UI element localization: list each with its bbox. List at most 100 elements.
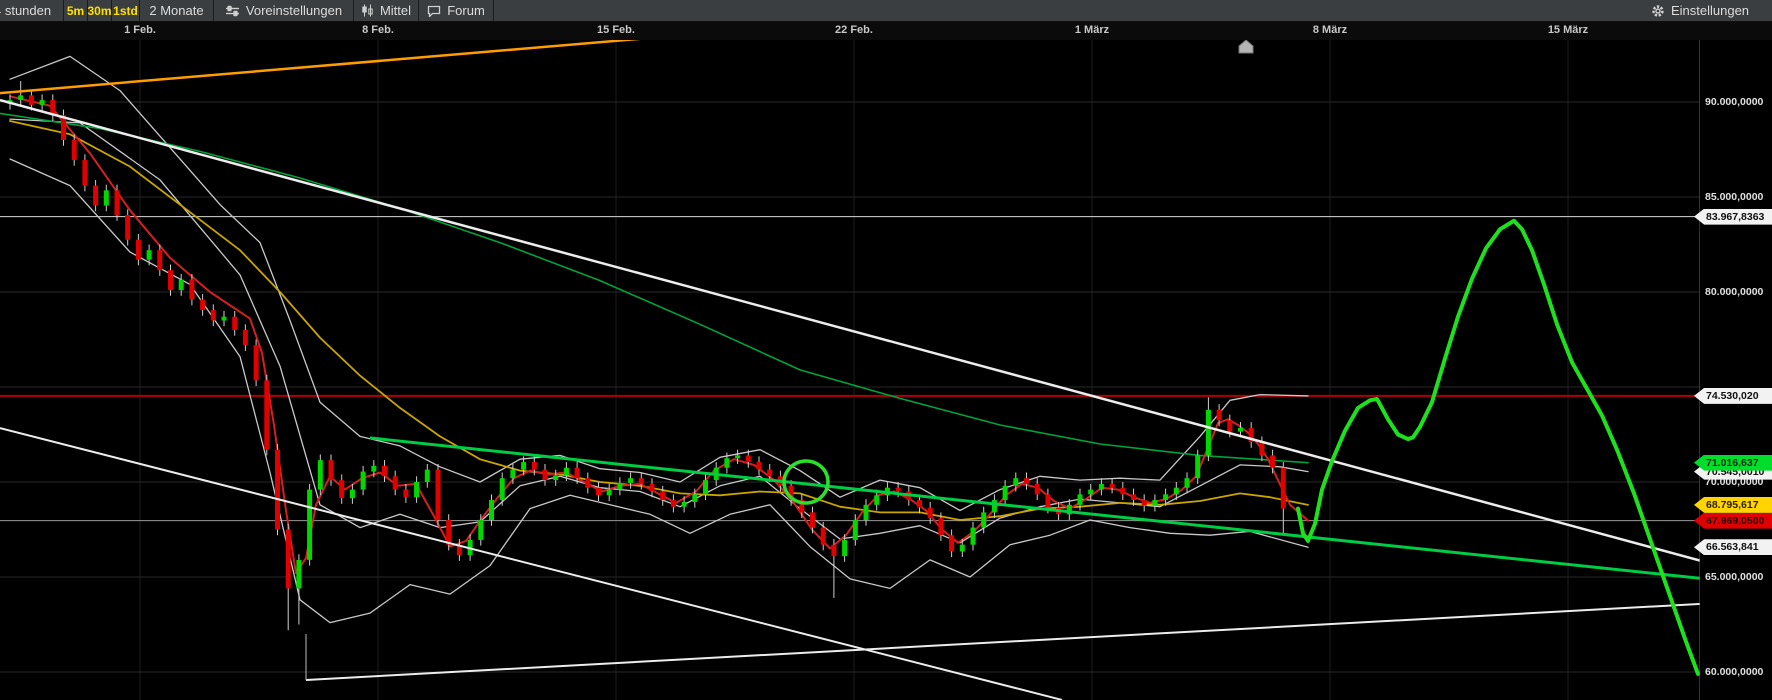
candle-body bbox=[1174, 488, 1179, 495]
candle-body bbox=[1120, 488, 1125, 495]
speech-bubble-icon bbox=[427, 5, 441, 17]
white-trendline-mid bbox=[0, 428, 1062, 700]
candle-body bbox=[254, 345, 259, 380]
candle-body bbox=[724, 458, 729, 468]
candle-body bbox=[1013, 478, 1018, 486]
drawn-projection bbox=[1298, 221, 1698, 674]
sliders-icon bbox=[225, 5, 240, 17]
candle-body bbox=[1003, 486, 1008, 500]
candle-body bbox=[938, 518, 943, 535]
candle-body bbox=[286, 530, 291, 589]
candle-body bbox=[532, 462, 537, 470]
candle-body bbox=[1217, 410, 1222, 420]
candle-body bbox=[29, 95, 34, 105]
candle-body bbox=[222, 317, 227, 321]
candle-body bbox=[703, 480, 708, 494]
settings-button[interactable]: Einstellungen bbox=[1628, 0, 1772, 21]
candle-body bbox=[981, 512, 986, 527]
candle-body bbox=[361, 472, 366, 490]
candle-body bbox=[478, 520, 483, 540]
candle-body bbox=[821, 528, 826, 545]
price-tag: 66.563,841 bbox=[1694, 539, 1772, 555]
range-label: 2 Monate bbox=[149, 3, 203, 18]
candle-body bbox=[500, 478, 505, 500]
candle-body bbox=[307, 490, 312, 560]
candle-body bbox=[1088, 490, 1093, 495]
candle-body bbox=[1045, 494, 1050, 507]
candle-body bbox=[1238, 428, 1243, 432]
chart-toolbar: 4 stunden 5m 30m 1std 2 Monate Voreinste… bbox=[0, 0, 1772, 22]
candle-body bbox=[831, 545, 836, 556]
candle-body bbox=[1099, 484, 1104, 490]
price-axis-tick: 65.000,0000 bbox=[1700, 571, 1772, 583]
timeframe-1std-button[interactable]: 1std bbox=[112, 0, 140, 21]
candle-body bbox=[179, 280, 184, 290]
date-axis-label: 15 Feb. bbox=[581, 24, 651, 36]
price-axis-tick: 80.000,0000 bbox=[1700, 286, 1772, 298]
candle-body bbox=[917, 500, 922, 508]
candle-body bbox=[575, 468, 580, 478]
chart-canvas[interactable] bbox=[0, 40, 1772, 700]
indicators-button[interactable]: Mittel bbox=[354, 0, 419, 21]
candle-body bbox=[510, 470, 515, 479]
candle-body bbox=[296, 560, 301, 589]
bollinger-upper bbox=[10, 56, 1308, 510]
range-button[interactable]: 2 Monate bbox=[140, 0, 214, 21]
candle-body bbox=[660, 492, 665, 501]
candle-body bbox=[928, 508, 933, 518]
toolbar-spacer bbox=[494, 0, 1628, 21]
candle-body bbox=[93, 186, 98, 206]
candlestick-icon bbox=[361, 4, 374, 17]
candle-body bbox=[1227, 420, 1232, 431]
presets-button[interactable]: Voreinstellungen bbox=[214, 0, 354, 21]
price-tag: 74.530,020 bbox=[1694, 388, 1772, 404]
bollinger-lower bbox=[10, 159, 1308, 623]
candle-body bbox=[1195, 455, 1200, 478]
settings-label: Einstellungen bbox=[1671, 3, 1749, 18]
candle-body bbox=[757, 462, 762, 470]
candle-body bbox=[1110, 484, 1115, 488]
candle-body bbox=[874, 495, 879, 505]
bollinger-mid bbox=[10, 119, 1308, 543]
candle-body bbox=[1024, 478, 1029, 484]
candle-body bbox=[896, 488, 901, 492]
forum-button[interactable]: Forum bbox=[419, 0, 494, 21]
green-trendline bbox=[370, 438, 1772, 586]
candle-body bbox=[200, 300, 205, 310]
candle-body bbox=[168, 270, 173, 290]
candle-body bbox=[692, 494, 697, 502]
date-axis[interactable]: 1 Feb.8 Feb.15 Feb.22 Feb.1 März8 März15… bbox=[0, 22, 1772, 40]
price-axis[interactable]: 90.000,000085.000,000080.000,000070.000,… bbox=[1700, 40, 1772, 700]
price-tag: 71.016,637 bbox=[1694, 455, 1772, 471]
candle-body bbox=[82, 160, 87, 186]
price-tag: 67.969,0500 bbox=[1694, 513, 1772, 529]
candle-body bbox=[842, 540, 847, 556]
candle-body bbox=[639, 478, 644, 484]
candle-body bbox=[115, 190, 120, 215]
date-axis-label: 15 März bbox=[1533, 24, 1603, 36]
date-axis-label: 1 Feb. bbox=[105, 24, 175, 36]
candle-body bbox=[1259, 442, 1264, 455]
candle-body bbox=[436, 470, 441, 520]
date-axis-label: 8 Feb. bbox=[343, 24, 413, 36]
timeframe-1std-label: 1std bbox=[113, 4, 138, 18]
candle-body bbox=[446, 520, 451, 545]
candle-body bbox=[1035, 484, 1040, 494]
date-axis-label: 22 Feb. bbox=[819, 24, 889, 36]
candle-body bbox=[596, 488, 601, 496]
candle-body bbox=[18, 95, 23, 100]
candle-body bbox=[543, 470, 548, 480]
candle-body bbox=[232, 317, 237, 330]
timeframe-30m-label: 30m bbox=[87, 4, 111, 18]
candle-body bbox=[607, 490, 612, 496]
timeframe-5m-button[interactable]: 5m bbox=[64, 0, 88, 21]
axis-marker-handle[interactable] bbox=[1239, 40, 1253, 53]
timeframe-button[interactable]: 4 stunden bbox=[0, 0, 64, 21]
candle-body bbox=[157, 250, 162, 270]
candle-body bbox=[864, 505, 869, 520]
timeframe-30m-button[interactable]: 30m bbox=[88, 0, 112, 21]
candle-body bbox=[671, 500, 676, 507]
date-axis-label: 1 März bbox=[1057, 24, 1127, 36]
candle-body bbox=[275, 450, 280, 530]
candle-body bbox=[746, 455, 751, 462]
